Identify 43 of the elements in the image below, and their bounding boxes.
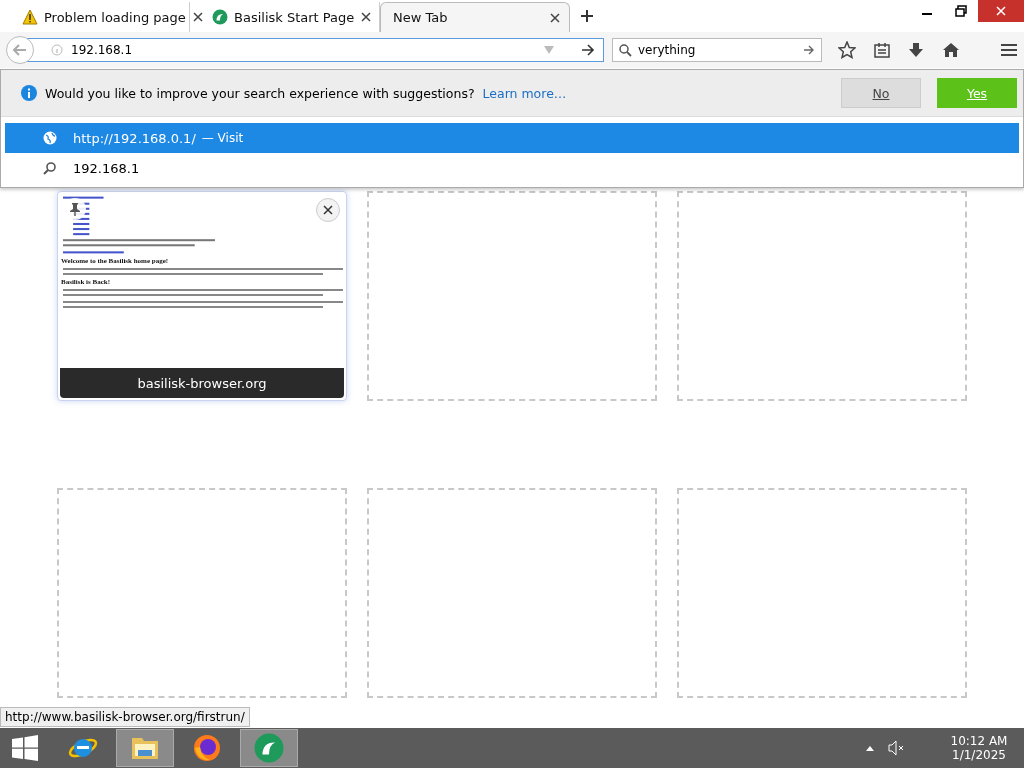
search-field[interactable]: verything xyxy=(612,38,822,62)
address-text: 192.168.1 xyxy=(71,43,134,57)
home-icon[interactable] xyxy=(942,42,960,58)
prompt-text: Would you like to improve your search experience with suggestions? xyxy=(45,85,475,101)
taskbar-app-button[interactable] xyxy=(240,729,298,767)
fox-globe-icon xyxy=(192,733,222,763)
close-icon[interactable] xyxy=(191,11,204,23)
autocomplete-row[interactable]: http://192.168.0.1/ — Visit xyxy=(5,123,1019,153)
close-icon xyxy=(322,204,334,216)
go-arrow-icon[interactable] xyxy=(803,44,815,56)
info-icon xyxy=(21,85,37,101)
muted-speaker-icon[interactable] xyxy=(888,740,904,756)
download-icon[interactable] xyxy=(908,42,924,58)
learn-more-link[interactable]: Learn more… xyxy=(482,85,567,101)
new-tab-icon[interactable] xyxy=(580,9,594,23)
search-text: verything xyxy=(638,43,697,57)
windows-logo-icon xyxy=(12,735,38,761)
clock-time: 10:12 AM xyxy=(950,734,1008,748)
warning-icon xyxy=(22,9,38,25)
status-url-text: http://www.basilisk-browser.org/firstrun/ xyxy=(0,707,250,727)
tile-caption: basilisk-browser.org xyxy=(60,368,344,398)
clock-date: 1/1/2025 xyxy=(952,748,1006,762)
star-icon[interactable] xyxy=(838,41,856,59)
reading-list-icon[interactable] xyxy=(874,42,890,58)
basilisk-logo-icon xyxy=(254,733,284,763)
close-icon[interactable] xyxy=(360,11,373,23)
go-arrow-icon[interactable] xyxy=(581,44,595,56)
tray-arrow-icon[interactable] xyxy=(866,745,874,751)
basilisk-logo-icon xyxy=(212,9,228,25)
close-icon[interactable] xyxy=(549,11,561,24)
globe-icon xyxy=(43,131,57,145)
browser-tab[interactable]: New Tab xyxy=(380,2,570,32)
autocomplete-row[interactable]: 192.168.1 xyxy=(5,153,1019,183)
taskbar-app-button[interactable] xyxy=(116,729,174,767)
no-button[interactable]: No xyxy=(841,78,921,108)
search-icon xyxy=(43,161,57,175)
search-icon xyxy=(619,43,632,57)
restore-icon[interactable] xyxy=(955,5,967,17)
menu-icon[interactable] xyxy=(1000,42,1018,58)
back-arrow-icon xyxy=(13,44,27,56)
pin-icon xyxy=(69,202,81,216)
info-icon xyxy=(51,44,63,56)
close-button[interactable] xyxy=(316,198,340,222)
